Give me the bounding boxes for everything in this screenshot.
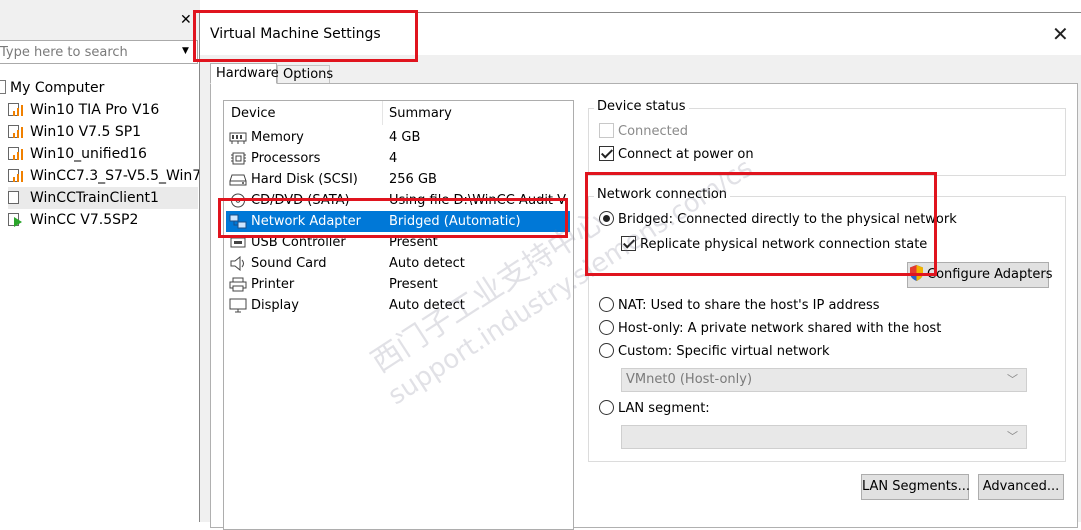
annotation-box-title (193, 10, 418, 62)
device-name: Sound Card (251, 256, 327, 271)
device-summary: 4 (389, 151, 398, 166)
radio-circle (599, 343, 614, 358)
annotation-box-network-connection (585, 172, 937, 276)
device-name: Display (251, 298, 299, 313)
connect-at-power-on-checkbox[interactable]: Connect at power on (599, 145, 754, 165)
device-row-display[interactable]: Display Auto detect (226, 295, 570, 316)
hard-disk-icon (229, 174, 247, 186)
tab-options[interactable]: Options (277, 65, 333, 84)
nat-label: NAT: Used to share the host's IP address (618, 298, 880, 313)
device-list-header: Device Summary (224, 101, 573, 125)
device-row-printer[interactable]: Printer Present (226, 274, 570, 295)
custom-radio[interactable]: Custom: Specific virtual network (599, 342, 830, 362)
tree-item-label: Win10_unified16 (30, 146, 147, 162)
device-name: Printer (251, 277, 295, 292)
annotation-box-network-adapter (218, 198, 568, 238)
device-row-processors[interactable]: Processors 4 (226, 148, 570, 169)
device-name: Processors (251, 151, 321, 166)
device-name: Memory (251, 130, 304, 145)
tree-item-vm[interactable]: WinCC V7.5SP2 (8, 209, 138, 231)
device-summary: Auto detect (389, 298, 465, 313)
vm-paused-icon (8, 167, 24, 183)
printer-icon (229, 277, 247, 292)
custom-network-select[interactable]: VMnet0 (Host-only) ﹀ (621, 368, 1027, 392)
library-header (0, 0, 200, 40)
device-summary: 4 GB (389, 130, 421, 145)
radio-circle (599, 400, 614, 415)
chevron-down-icon: ﹀ (1007, 430, 1018, 443)
lan-segment-radio[interactable]: LAN segment: (599, 399, 710, 419)
device-list[interactable]: Device Summary Memory 4 GB Processors 4 … (223, 100, 574, 530)
host-only-radio[interactable]: Host-only: A private network shared with… (599, 319, 941, 339)
device-row-sound-card[interactable]: Sound Card Auto detect (226, 253, 570, 274)
vm-paused-icon (8, 145, 24, 161)
monitor-icon (229, 298, 247, 313)
connect-at-power-on-label: Connect at power on (618, 147, 754, 162)
tree-item-my-computer[interactable]: My Computer (0, 77, 104, 99)
tree-item-vm[interactable]: WinCCTrainClient1 (8, 187, 198, 209)
tab-panel-hardware: Device Summary Memory 4 GB Processors 4 … (210, 83, 1078, 530)
speaker-icon (230, 256, 244, 271)
vm-running-icon (8, 211, 24, 227)
connected-label: Connected (618, 124, 689, 139)
tree-item-vm[interactable]: Win10 TIA Pro V16 (8, 99, 159, 121)
lan-segments-button[interactable]: LAN Segments... (861, 474, 970, 500)
device-status-group (588, 108, 1066, 176)
device-row-memory[interactable]: Memory 4 GB (226, 127, 570, 148)
column-header-device[interactable]: Device (231, 106, 275, 121)
checkbox-box (599, 146, 614, 161)
tree-item-label: Win10 TIA Pro V16 (30, 102, 160, 118)
lan-segment-label: LAN segment: (618, 401, 710, 416)
library-search-box[interactable]: ▼ (0, 40, 198, 64)
connected-checkbox[interactable]: Connected (599, 122, 688, 142)
device-summary: Auto detect (389, 256, 465, 271)
library-close-icon[interactable]: ✕ (180, 13, 192, 27)
host-only-label: Host-only: A private network shared with… (618, 321, 942, 336)
tree-item-vm[interactable]: WinCC7.3_S7-V5.5_Win7 E (8, 165, 214, 187)
tree-item-vm[interactable]: Win10 V7.5 SP1 (8, 121, 141, 143)
radio-circle (599, 320, 614, 335)
tree-item-label: WinCC V7.5SP2 (30, 212, 139, 228)
vm-off-icon (8, 189, 24, 205)
device-summary: 256 GB (389, 172, 437, 187)
lan-segment-select[interactable]: ﹀ (621, 425, 1027, 449)
library-panel: ✕ ▼ My Computer Win10 TIA Pro V16 Win10 … (0, 0, 214, 522)
tree-item-label: My Computer (10, 80, 105, 96)
library-search-input[interactable] (0, 41, 179, 63)
column-divider[interactable] (382, 101, 383, 125)
advanced-button[interactable]: Advanced... (978, 474, 1064, 500)
tree-item-label: Win10 V7.5 SP1 (30, 124, 142, 140)
configure-adapters-label: Configure Adapters (927, 267, 1053, 282)
nat-radio[interactable]: NAT: Used to share the host's IP address (599, 296, 880, 316)
custom-label: Custom: Specific virtual network (618, 344, 830, 359)
device-row-hard-disk[interactable]: Hard Disk (SCSI) 256 GB (226, 169, 570, 190)
device-status-label: Device status (594, 99, 689, 114)
computer-icon (0, 80, 6, 94)
tree-item-vm[interactable]: Win10_unified16 (8, 143, 147, 165)
memory-icon (229, 132, 247, 144)
tree-item-label: WinCCTrainClient1 (30, 190, 159, 206)
close-icon[interactable]: ✕ (1052, 24, 1069, 44)
checkbox-box (599, 123, 614, 138)
device-name: Hard Disk (SCSI) (251, 172, 358, 187)
custom-network-value: VMnet0 (Host-only) (626, 372, 753, 387)
vm-paused-icon (8, 101, 24, 117)
tab-hardware[interactable]: Hardware (210, 63, 279, 84)
device-summary: Present (389, 277, 438, 292)
chevron-down-icon: ﹀ (1007, 373, 1018, 386)
tree-item-label: WinCC7.3_S7-V5.5_Win7 E (30, 168, 215, 184)
vm-paused-icon (8, 123, 24, 139)
radio-circle (599, 297, 614, 312)
search-dropdown-icon[interactable]: ▼ (182, 46, 189, 56)
cpu-icon (231, 152, 246, 165)
column-header-summary[interactable]: Summary (389, 106, 452, 121)
